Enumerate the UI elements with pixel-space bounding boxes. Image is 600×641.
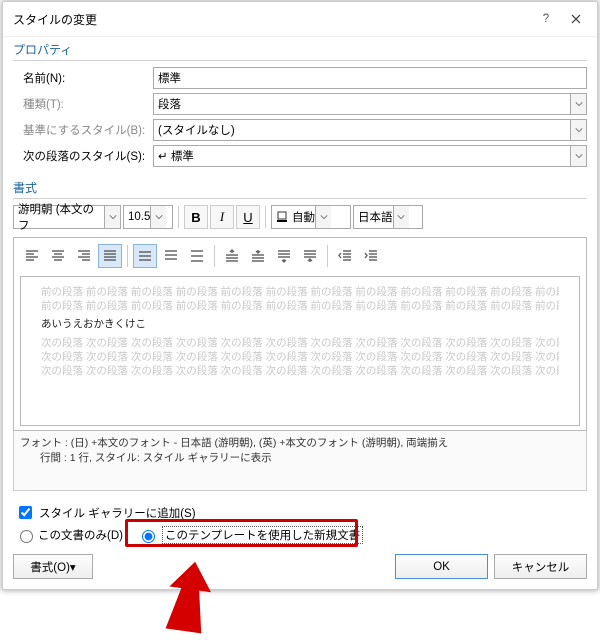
space-before-dec-button[interactable] [246,244,270,268]
font-color-icon [276,211,288,223]
chevron-down-icon [150,206,166,228]
label-type: 種類(T): [13,96,153,112]
next-style-select[interactable]: ↵ 標準 [153,145,587,167]
close-icon [571,14,581,24]
preview-prev-line: 前の段落 前の段落 前の段落 前の段落 前の段落 前の段落 前の段落 前の段落 … [41,299,559,313]
close-button[interactable] [561,8,591,30]
font-name-value: 游明朝 (本文のフ [18,201,104,233]
separator [214,245,215,267]
separator [127,245,128,267]
line-spacing-15-button[interactable] [159,244,183,268]
font-color-select[interactable]: 自動 [271,205,351,229]
annotation-highlight-box [125,519,358,547]
font-color-value: 自動 [292,209,315,225]
section-properties: プロパティ [13,37,587,61]
chevron-down-icon [570,94,586,114]
chevron-down-icon [315,206,331,228]
properties-grid: 名前(N): 種類(T): 段落 基準にするスタイル(B): (スタイルなし) … [13,67,587,167]
chevron-down-icon [393,206,409,228]
chevron-down-icon [104,206,120,228]
chevron-down-icon [570,120,586,140]
space-after-inc-button[interactable] [272,244,296,268]
lang-value: 日本語 [358,209,393,225]
based-on-select[interactable]: (スタイルなし) [153,119,587,141]
annotation-arrow-icon [152,561,222,636]
bold-button[interactable]: B [184,205,208,229]
italic-button[interactable]: I [210,205,234,229]
preview-next-line: 次の段落 次の段落 次の段落 次の段落 次の段落 次の段落 次の段落 次の段落 … [41,364,559,378]
this-doc-only-label: この文書のみ(D) [38,527,123,543]
indent-increase-button[interactable] [359,244,383,268]
line-spacing-1-button[interactable] [133,244,157,268]
dialog-button-row: 書式(O)▾ OK キャンセル [13,554,587,579]
title-bar: スタイルの変更 ? [3,2,597,37]
chevron-down-icon [570,146,586,166]
align-left-button[interactable] [20,244,44,268]
font-size-value: 10.5 [128,211,150,223]
this-doc-only-radio[interactable] [20,530,33,543]
lang-select[interactable]: 日本語 [353,205,423,229]
help-button[interactable]: ? [531,8,561,30]
footer-options: スタイル ギャラリーに追加(S) この文書のみ(D) このテンプレートを使用した… [13,503,587,544]
align-right-button[interactable] [72,244,96,268]
separator [178,206,179,228]
style-description: フォント : (日) +本文のフォント - 日本語 (游明朝), (英) +本文… [13,431,587,491]
space-before-inc-button[interactable] [220,244,244,268]
align-justify-button[interactable] [98,244,122,268]
line-spacing-2-button[interactable] [185,244,209,268]
desc-line-2: 行間 : 1 行, スタイル: スタイル ギャラリーに表示 [20,450,580,465]
preview-next-line: 次の段落 次の段落 次の段落 次の段落 次の段落 次の段落 次の段落 次の段落 … [41,336,559,350]
desc-line-1: フォント : (日) +本文のフォント - 日本語 (游明朝), (英) +本文… [20,435,580,450]
style-preview: 前の段落 前の段落 前の段落 前の段落 前の段落 前の段落 前の段落 前の段落 … [20,276,580,426]
name-input[interactable] [153,67,587,89]
underline-button[interactable]: U [236,205,260,229]
cancel-button[interactable]: キャンセル [494,554,587,579]
label-name: 名前(N): [13,70,153,86]
section-format: 書式 [13,175,587,199]
based-on-value: (スタイルなし) [158,122,570,138]
align-center-button[interactable] [46,244,70,268]
font-name-select[interactable]: 游明朝 (本文のフ [13,205,121,229]
space-after-dec-button[interactable] [298,244,322,268]
next-style-value: ↵ 標準 [158,148,570,164]
type-value: 段落 [158,96,570,112]
preview-next-line: 次の段落 次の段落 次の段落 次の段落 次の段落 次の段落 次の段落 次の段落 … [41,350,559,364]
indent-decrease-button[interactable] [333,244,357,268]
font-size-select[interactable]: 10.5 [123,205,173,229]
separator [327,245,328,267]
separator [265,206,266,228]
format-toolbar-1: 游明朝 (本文のフ 10.5 B I U 自動 日本語 [13,205,587,229]
preview-prev-line: 前の段落 前の段落 前の段落 前の段落 前の段落 前の段落 前の段落 前の段落 … [41,285,559,299]
format-toolbar-2 [20,244,580,268]
format-menu-button[interactable]: 書式(O)▾ [13,554,93,579]
dialog-title: スタイルの変更 [13,11,531,28]
dialog-modify-style: スタイルの変更 ? プロパティ 名前(N): 種類(T): 段落 基準にするスタ… [2,1,598,590]
label-based-on: 基準にするスタイル(B): [13,122,153,138]
add-to-gallery-checkbox[interactable] [19,506,32,519]
format-panel: 前の段落 前の段落 前の段落 前の段落 前の段落 前の段落 前の段落 前の段落 … [13,237,587,431]
type-select[interactable]: 段落 [153,93,587,115]
ok-button[interactable]: OK [395,554,488,579]
label-next-style: 次の段落のスタイル(S): [13,148,153,164]
preview-sample-text: あいうえおかきくけこ [41,317,559,331]
